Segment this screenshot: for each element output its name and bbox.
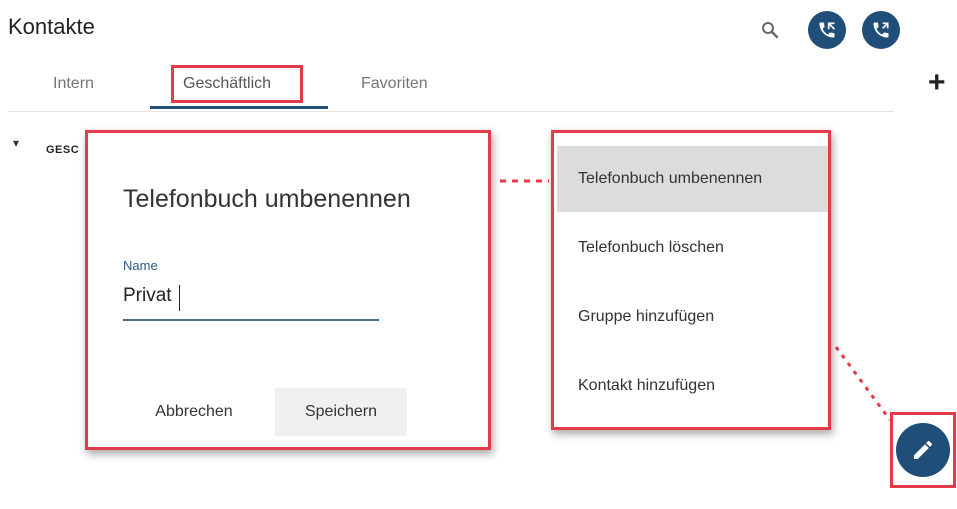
name-field-label: Name	[123, 258, 158, 273]
menu-item-delete-phonebook[interactable]: Telefonbuch löschen	[557, 215, 828, 281]
pencil-icon	[914, 440, 933, 459]
fab-connector-line	[834, 346, 892, 421]
cancel-button[interactable]: Abbrechen	[133, 388, 255, 436]
edit-fab-button[interactable]	[896, 423, 950, 477]
menu-item-rename-phonebook[interactable]: Telefonbuch umbenennen	[557, 146, 828, 212]
context-menu: Telefonbuch umbenennen Telefonbuch lösch…	[551, 130, 831, 430]
name-input-underline	[123, 319, 379, 321]
save-button[interactable]: Speichern	[275, 388, 407, 436]
name-input[interactable]: Privat	[123, 285, 172, 307]
text-cursor	[179, 285, 180, 311]
menu-item-add-contact[interactable]: Kontakt hinzufügen	[557, 353, 828, 419]
menu-item-add-group[interactable]: Gruppe hinzufügen	[557, 284, 828, 350]
rename-dialog: Telefonbuch umbenennen Name Privat Abbre…	[85, 130, 491, 450]
dialog-title: Telefonbuch umbenennen	[123, 185, 411, 213]
